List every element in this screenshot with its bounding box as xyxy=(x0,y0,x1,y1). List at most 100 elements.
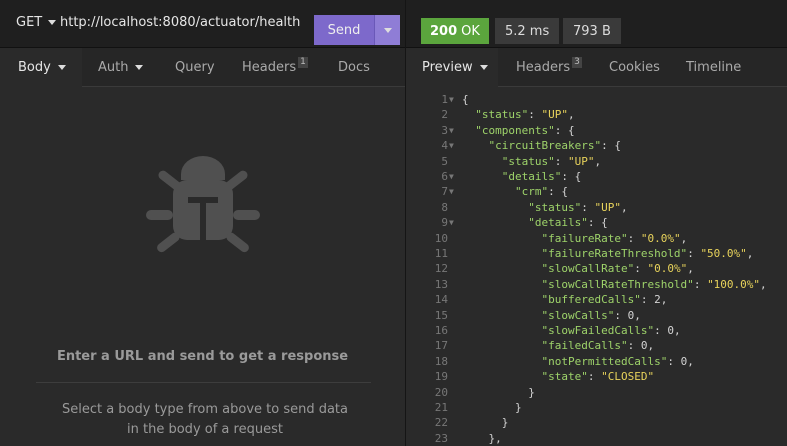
line-number: 5 xyxy=(441,154,448,168)
tab-body[interactable]: Body xyxy=(0,48,82,87)
code-line: 21 } xyxy=(406,401,787,416)
line-number: 12 xyxy=(434,262,448,276)
tab-response-headers[interactable]: Headers 3 xyxy=(516,48,582,87)
tab-auth[interactable]: Auth xyxy=(98,48,144,87)
tab-timeline[interactable]: Timeline xyxy=(686,48,741,87)
line-number: 20 xyxy=(434,385,448,399)
fold-toggle-icon[interactable]: ▼ xyxy=(449,218,454,227)
code-text: "status": "UP", xyxy=(475,108,575,122)
tab-label: Docs xyxy=(338,60,370,75)
tab-query[interactable]: Query xyxy=(175,48,215,87)
code-text: "details": { xyxy=(528,216,608,230)
code-text: "bufferedCalls": 2, xyxy=(541,293,668,307)
tab-label: Preview xyxy=(422,60,473,75)
code-line: 17 "failedCalls": 0, xyxy=(406,339,787,354)
line-number: 3 xyxy=(441,123,448,137)
line-number: 22 xyxy=(434,416,448,430)
code-text: { xyxy=(462,93,469,106)
tab-label: Headers xyxy=(516,60,571,75)
send-options-button[interactable] xyxy=(374,15,400,45)
code-line: 12 "slowCallRate": "0.0%", xyxy=(406,262,787,277)
code-text: "slowCallRateThreshold": "100.0%", xyxy=(541,277,767,291)
code-text: "crm": { xyxy=(514,185,568,199)
line-number: 11 xyxy=(434,247,448,260)
code-line: 13 "slowCallRateThreshold": "100.0%", xyxy=(406,278,787,293)
line-number: 14 xyxy=(434,293,448,307)
tab-label: Query xyxy=(175,60,215,75)
line-number: 9 xyxy=(441,216,448,230)
code-line: 1 ▼ { xyxy=(406,93,787,108)
response-time-badge: 5.2 ms xyxy=(495,18,560,44)
code-line: 23 }, xyxy=(406,432,787,446)
method-select[interactable]: GET xyxy=(16,15,57,30)
tab-headers[interactable]: Headers 1 xyxy=(242,48,308,87)
code-line: 4 ▼ "circuitBreakers": { xyxy=(406,139,787,154)
method-label: GET xyxy=(16,15,43,30)
line-number: 16 xyxy=(434,324,448,337)
code-text: "failureRateThreshold": "50.0%", xyxy=(541,247,754,260)
fold-toggle-icon[interactable]: ▼ xyxy=(449,172,454,181)
code-text: } xyxy=(462,385,535,399)
line-number: 1 xyxy=(441,93,448,106)
line-number: 4 xyxy=(441,139,448,153)
fold-toggle-icon[interactable]: ▼ xyxy=(449,141,454,150)
empty-state-subtitle: Select a body type from above to send da… xyxy=(61,402,349,437)
fold-toggle-icon[interactable]: ▼ xyxy=(449,126,454,135)
chevron-down-icon xyxy=(479,65,488,70)
line-number: 6 xyxy=(441,170,448,183)
response-tabs: Preview Headers 3 Cookies Timeline xyxy=(406,48,787,87)
line-number: 19 xyxy=(434,370,448,384)
top-bar: GET http://localhost:8080/actuator/healt… xyxy=(0,0,787,48)
line-number: 18 xyxy=(434,354,448,368)
chevron-down-icon xyxy=(135,65,144,70)
line-number: 13 xyxy=(434,277,448,291)
chevron-down-icon xyxy=(57,65,66,70)
status-badge: 200 OK xyxy=(421,18,489,44)
line-number: 15 xyxy=(434,308,448,322)
code-line: 5 "status": "UP", xyxy=(406,155,787,170)
code-line: 20 } xyxy=(406,386,787,401)
response-preview[interactable]: 1 ▼{2 "status": "UP", 3 ▼ "components": {4 ▼… xyxy=(406,90,787,446)
line-number: 10 xyxy=(434,231,448,245)
code-text: "state": "CLOSED" xyxy=(541,370,655,384)
tab-label: Auth xyxy=(98,60,129,75)
headers-count-badge: 1 xyxy=(298,57,308,68)
code-line: 14 "bufferedCalls": 2, xyxy=(406,293,787,308)
fold-toggle-icon[interactable]: ▼ xyxy=(449,187,454,196)
line-number: 2 xyxy=(441,108,448,122)
response-size-badge: 793 B xyxy=(563,18,621,44)
empty-state-title: Enter a URL and send to get a response xyxy=(56,349,349,364)
chevron-down-icon xyxy=(48,20,57,25)
code-text: } xyxy=(462,416,509,430)
tab-label: Cookies xyxy=(609,60,660,75)
send-button[interactable]: Send xyxy=(314,15,374,45)
bug-icon xyxy=(143,152,263,268)
tab-cookies[interactable]: Cookies xyxy=(609,48,660,87)
url-bar: GET http://localhost:8080/actuator/healt… xyxy=(0,0,405,48)
code-line: 9 ▼ "details": { xyxy=(406,216,787,231)
code-text: "slowCallRate": "0.0%", xyxy=(541,262,694,276)
code-line: 6 ▼ "details": { xyxy=(406,170,787,185)
code-text: }, xyxy=(462,431,502,445)
code-text: "notPermittedCalls": 0, xyxy=(541,354,694,368)
tab-label: Headers xyxy=(242,60,297,75)
tab-preview[interactable]: Preview xyxy=(406,48,498,87)
fold-toggle-icon[interactable]: ▼ xyxy=(449,95,454,104)
code-line: 18 "notPermittedCalls": 0, xyxy=(406,355,787,370)
code-text: "circuitBreakers": { xyxy=(488,139,621,153)
code-line: 22 } xyxy=(406,416,787,431)
tab-docs[interactable]: Docs xyxy=(338,48,370,87)
url-input[interactable]: http://localhost:8080/actuator/health xyxy=(60,15,300,30)
headers-count-badge: 3 xyxy=(572,57,582,68)
code-line: 7 ▼ "crm": { xyxy=(406,185,787,200)
code-line: 8 "status": "UP", xyxy=(406,201,787,216)
line-number: 23 xyxy=(434,431,448,445)
code-text: "slowCalls": 0, xyxy=(541,308,641,322)
code-line: 2 "status": "UP", xyxy=(406,108,787,123)
chevron-down-icon xyxy=(383,27,392,33)
code-text: "failureRate": "0.0%", xyxy=(541,231,688,245)
send-group: Send xyxy=(314,15,400,45)
line-number: 8 xyxy=(441,200,448,214)
code-line: 11 "failureRateThreshold": "50.0%", xyxy=(406,247,787,262)
status-code: 200 xyxy=(430,23,458,39)
